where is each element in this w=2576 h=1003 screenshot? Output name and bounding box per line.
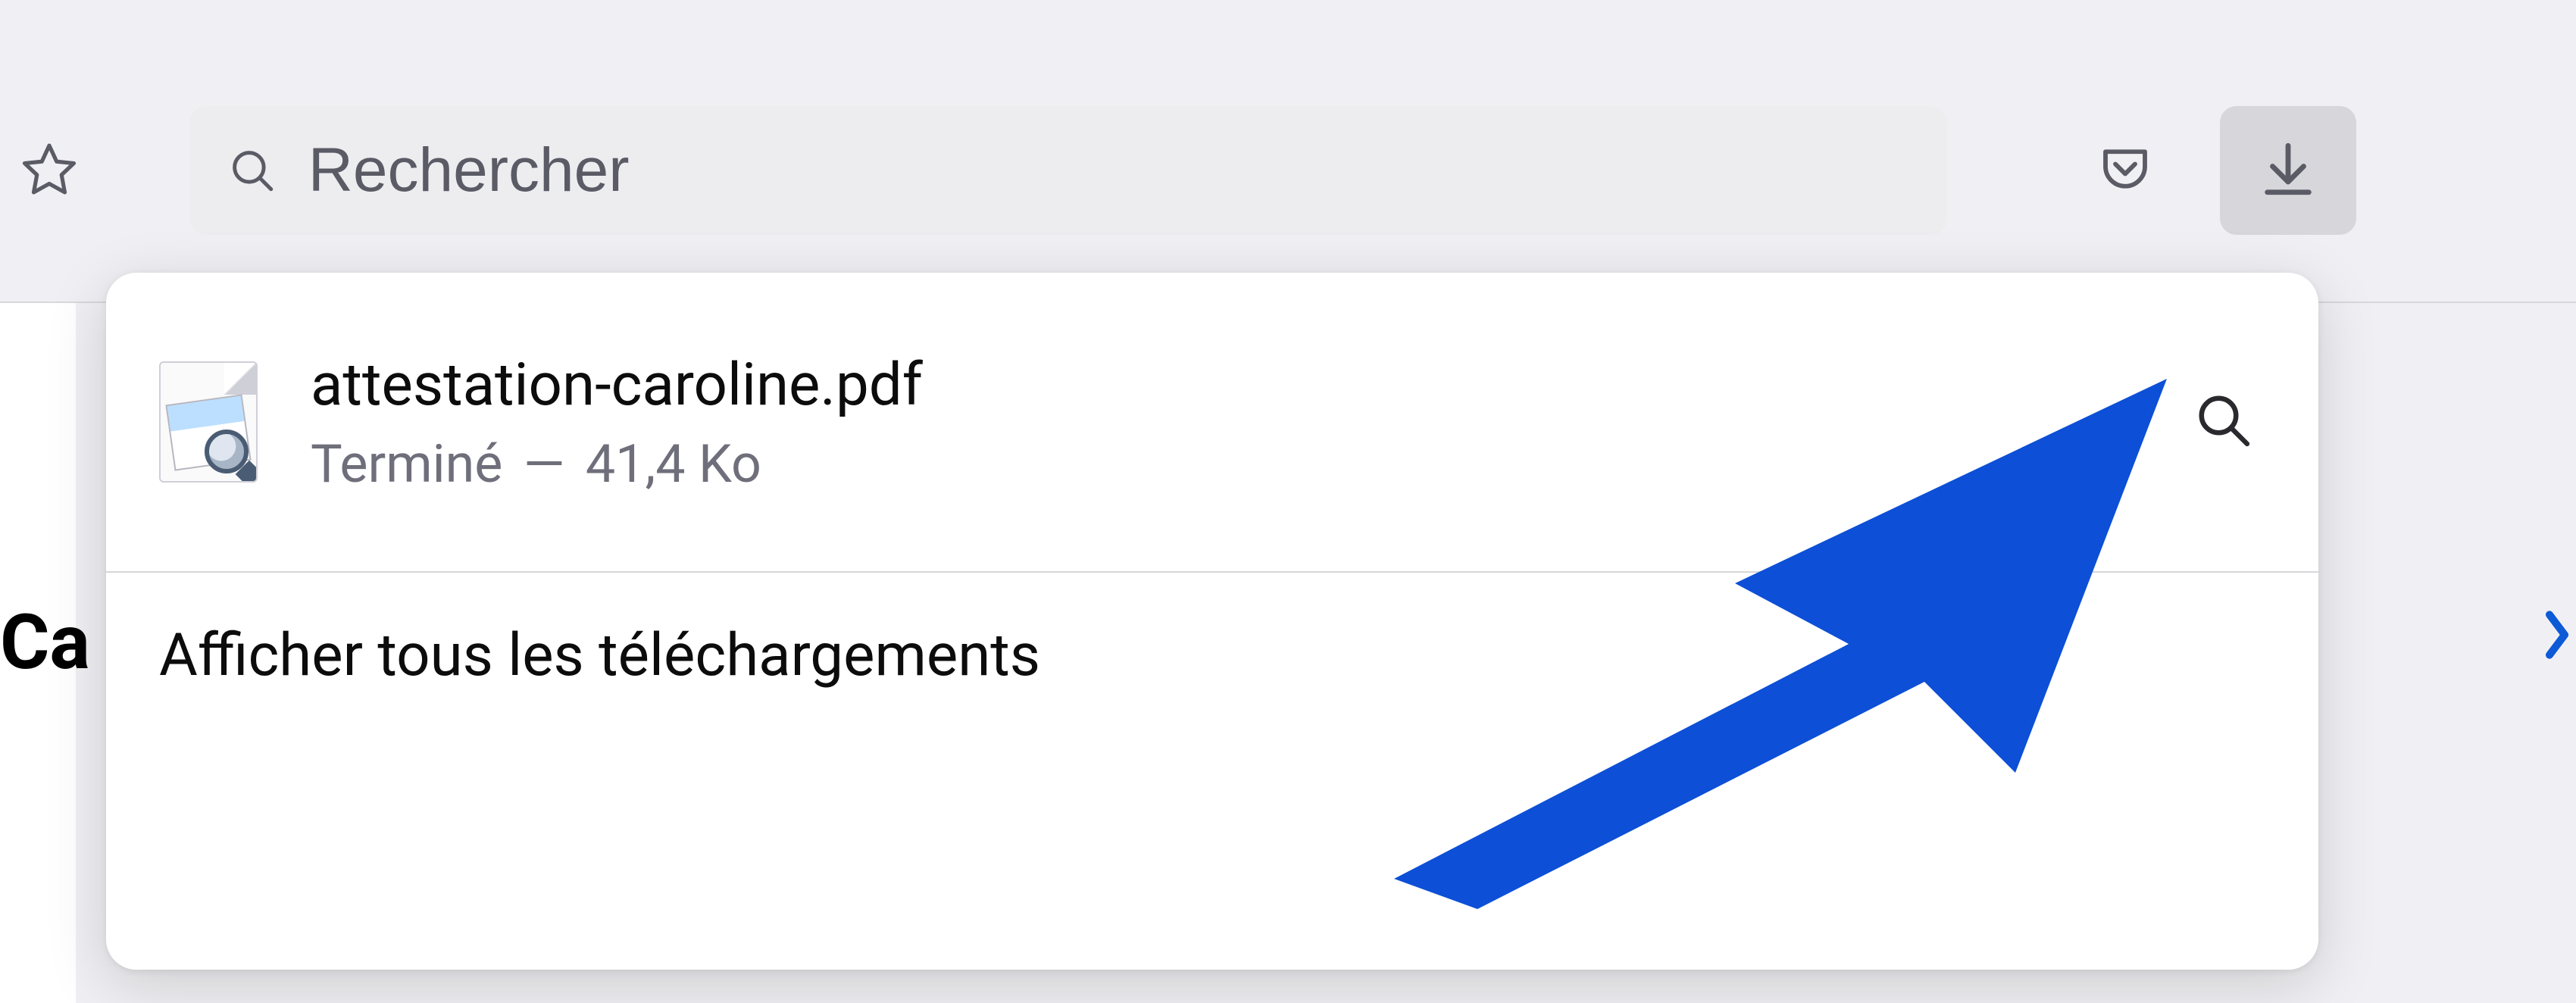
magnifier-icon: [2194, 391, 2253, 453]
download-filename: attestation-caroline.pdf: [311, 348, 2182, 423]
star-icon: [20, 139, 79, 202]
pocket-button[interactable]: [2091, 136, 2159, 205]
download-icon: [2257, 138, 2319, 203]
download-item-texts: attestation-caroline.pdf Terminé — 41,4 …: [311, 348, 2182, 495]
pocket-icon: [2096, 139, 2155, 202]
more-chevron[interactable]: [2538, 598, 2576, 674]
downloads-panel: attestation-caroline.pdf Terminé — 41,4 …: [106, 273, 2318, 970]
page-heading-partial: Ca: [0, 598, 90, 687]
download-sep: —: [524, 433, 565, 495]
browser-toolbar: [0, 0, 2576, 303]
preview-file-icon: [159, 361, 258, 483]
download-size: 41,4 Ko: [586, 433, 761, 495]
download-status: Terminé: [311, 433, 502, 495]
chevron-right-icon: [2542, 601, 2572, 672]
show-all-downloads-link[interactable]: Afficher tous les téléchargements: [159, 621, 2265, 690]
search-input[interactable]: [308, 135, 1947, 206]
download-status-line: Terminé — 41,4 Ko: [311, 433, 2182, 495]
downloads-footer[interactable]: Afficher tous les téléchargements: [106, 573, 2318, 739]
bookmark-button[interactable]: [15, 136, 83, 205]
show-in-folder-button[interactable]: [2182, 380, 2265, 464]
downloads-button[interactable]: [2220, 106, 2356, 235]
search-bar[interactable]: [189, 106, 1947, 235]
download-item[interactable]: attestation-caroline.pdf Terminé — 41,4 …: [106, 273, 2318, 573]
search-icon: [227, 144, 278, 197]
